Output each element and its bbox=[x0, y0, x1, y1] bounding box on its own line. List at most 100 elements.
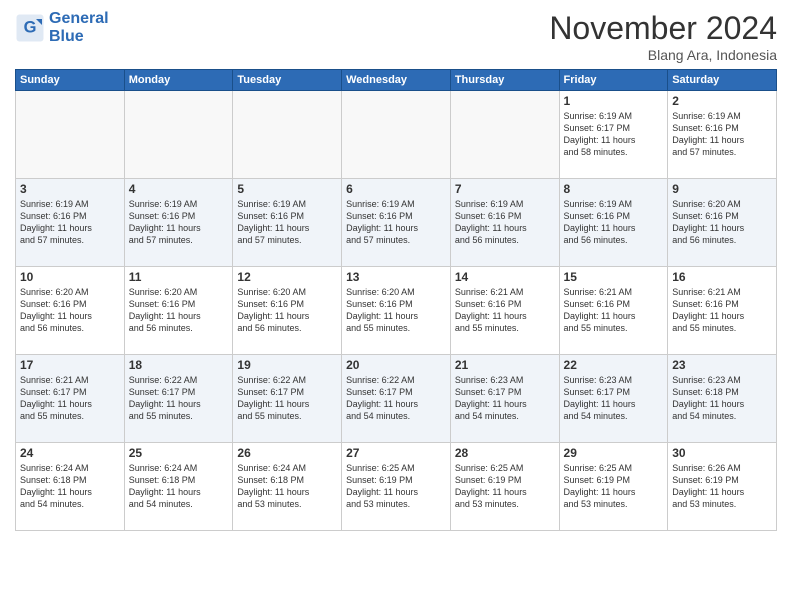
day-number: 11 bbox=[129, 270, 229, 284]
day-number: 18 bbox=[129, 358, 229, 372]
day-number: 10 bbox=[20, 270, 120, 284]
day-info: Sunrise: 6:25 AM Sunset: 6:19 PM Dayligh… bbox=[564, 462, 664, 511]
day-info: Sunrise: 6:19 AM Sunset: 6:16 PM Dayligh… bbox=[672, 110, 772, 159]
header-sunday: Sunday bbox=[16, 70, 125, 91]
header: G General Blue November 2024 Blang Ara, … bbox=[15, 10, 777, 63]
calendar-cell: 5 Sunrise: 6:19 AM Sunset: 6:16 PM Daylig… bbox=[233, 179, 342, 267]
calendar-cell: 3Sunrise: 6:19 AM Sunset: 6:16 PM Daylig… bbox=[16, 179, 125, 267]
day-number: 24 bbox=[20, 446, 120, 460]
day-number: 19 bbox=[237, 358, 337, 372]
day-info: Sunrise: 6:19 AM Sunset: 6:16 PM Dayligh… bbox=[564, 198, 664, 247]
week-row-0: 1Sunrise: 6:19 AM Sunset: 6:17 PM Daylig… bbox=[16, 91, 777, 179]
day-info: Sunrise: 6:19 AM Sunset: 6:16 PM Dayligh… bbox=[237, 198, 337, 247]
calendar-cell: 14 Sunrise: 6:21 AM Sunset: 6:16 PM Dayli… bbox=[450, 267, 559, 355]
calendar-cell: 1Sunrise: 6:19 AM Sunset: 6:17 PM Daylig… bbox=[559, 91, 668, 179]
header-saturday: Saturday bbox=[668, 70, 777, 91]
day-info: Sunrise: 6:24 AM Sunset: 6:18 PM Dayligh… bbox=[129, 462, 229, 511]
day-info: Sunrise: 6:26 AM Sunset: 6:19 PM Dayligh… bbox=[672, 462, 772, 511]
day-number: 2 bbox=[672, 94, 772, 108]
day-number: 16 bbox=[672, 270, 772, 284]
calendar-cell: 27 Sunrise: 6:25 AM Sunset: 6:19 PM Dayli… bbox=[342, 443, 451, 531]
calendar: Sunday Monday Tuesday Wednesday Thursday… bbox=[15, 69, 777, 531]
calendar-cell bbox=[233, 91, 342, 179]
calendar-cell: 16 Sunrise: 6:21 AM Sunset: 6:16 PM Dayli… bbox=[668, 267, 777, 355]
calendar-cell: 21 Sunrise: 6:23 AM Sunset: 6:17 PM Dayli… bbox=[450, 355, 559, 443]
day-info: Sunrise: 6:24 AM Sunset: 6:18 PM Dayligh… bbox=[237, 462, 337, 511]
week-row-4: 24 Sunrise: 6:24 AM Sunset: 6:18 PM Dayli… bbox=[16, 443, 777, 531]
calendar-cell: 2 Sunrise: 6:19 AM Sunset: 6:16 PM Daylig… bbox=[668, 91, 777, 179]
calendar-cell: 24 Sunrise: 6:24 AM Sunset: 6:18 PM Dayli… bbox=[16, 443, 125, 531]
logo-text: General Blue bbox=[49, 10, 109, 45]
day-number: 25 bbox=[129, 446, 229, 460]
day-number: 12 bbox=[237, 270, 337, 284]
calendar-cell bbox=[450, 91, 559, 179]
day-number: 14 bbox=[455, 270, 555, 284]
day-number: 22 bbox=[564, 358, 664, 372]
logo: G General Blue bbox=[15, 10, 109, 45]
day-info: Sunrise: 6:25 AM Sunset: 6:19 PM Dayligh… bbox=[455, 462, 555, 511]
header-monday: Monday bbox=[124, 70, 233, 91]
calendar-cell: 10Sunrise: 6:20 AM Sunset: 6:16 PM Dayli… bbox=[16, 267, 125, 355]
page: G General Blue November 2024 Blang Ara, … bbox=[0, 0, 792, 612]
day-info: Sunrise: 6:21 AM Sunset: 6:17 PM Dayligh… bbox=[20, 374, 120, 423]
calendar-cell: 15 Sunrise: 6:21 AM Sunset: 6:16 PM Dayli… bbox=[559, 267, 668, 355]
calendar-cell: 7 Sunrise: 6:19 AM Sunset: 6:16 PM Daylig… bbox=[450, 179, 559, 267]
month-title: November 2024 bbox=[549, 10, 777, 47]
calendar-cell bbox=[124, 91, 233, 179]
day-info: Sunrise: 6:22 AM Sunset: 6:17 PM Dayligh… bbox=[237, 374, 337, 423]
day-number: 13 bbox=[346, 270, 446, 284]
week-row-2: 10 Sunrise: 6:20 AM Sunset: 6:16 PM Dayli… bbox=[16, 267, 777, 355]
day-number: 28 bbox=[455, 446, 555, 460]
day-info: Sunrise: 6:20 AM Sunset: 6:16 PM Dayligh… bbox=[672, 198, 772, 247]
week-row-3: 17 Sunrise: 6:21 AM Sunset: 6:17 PM Dayli… bbox=[16, 355, 777, 443]
day-info: Sunrise: 6:19 AM Sunset: 6:17 PM Dayligh… bbox=[564, 110, 664, 159]
day-number: 7 bbox=[455, 182, 555, 196]
day-info: Sunrise: 6:23 AM Sunset: 6:18 PM Dayligh… bbox=[672, 374, 772, 423]
day-number: 23 bbox=[672, 358, 772, 372]
day-info: Sunrise: 6:19 AM Sunset: 6:16 PM Dayligh… bbox=[455, 198, 555, 247]
location: Blang Ara, Indonesia bbox=[549, 47, 777, 63]
day-number: 27 bbox=[346, 446, 446, 460]
day-number: 21 bbox=[455, 358, 555, 372]
header-thursday: Thursday bbox=[450, 70, 559, 91]
header-tuesday: Tuesday bbox=[233, 70, 342, 91]
day-number: 20 bbox=[346, 358, 446, 372]
day-info: Sunrise: 6:22 AM Sunset: 6:17 PM Dayligh… bbox=[346, 374, 446, 423]
calendar-cell: 18Sunrise: 6:22 AM Sunset: 6:17 PM Dayli… bbox=[124, 355, 233, 443]
calendar-cell: 6Sunrise: 6:19 AM Sunset: 6:16 PM Daylig… bbox=[342, 179, 451, 267]
day-info: Sunrise: 6:21 AM Sunset: 6:16 PM Dayligh… bbox=[564, 286, 664, 335]
calendar-cell: 26 Sunrise: 6:24 AM Sunset: 6:18 PM Dayli… bbox=[233, 443, 342, 531]
day-info: Sunrise: 6:20 AM Sunset: 6:16 PM Dayligh… bbox=[129, 286, 229, 335]
day-number: 5 bbox=[237, 182, 337, 196]
day-info: Sunrise: 6:21 AM Sunset: 6:16 PM Dayligh… bbox=[672, 286, 772, 335]
calendar-cell: 20 Sunrise: 6:22 AM Sunset: 6:17 PM Dayli… bbox=[342, 355, 451, 443]
calendar-cell: 30Sunrise: 6:26 AM Sunset: 6:19 PM Dayli… bbox=[668, 443, 777, 531]
week-row-1: 3Sunrise: 6:19 AM Sunset: 6:16 PM Daylig… bbox=[16, 179, 777, 267]
header-wednesday: Wednesday bbox=[342, 70, 451, 91]
day-info: Sunrise: 6:19 AM Sunset: 6:16 PM Dayligh… bbox=[20, 198, 120, 247]
day-number: 8 bbox=[564, 182, 664, 196]
calendar-cell bbox=[342, 91, 451, 179]
calendar-cell: 28 Sunrise: 6:25 AM Sunset: 6:19 PM Dayli… bbox=[450, 443, 559, 531]
day-number: 29 bbox=[564, 446, 664, 460]
calendar-cell: 29 Sunrise: 6:25 AM Sunset: 6:19 PM Dayli… bbox=[559, 443, 668, 531]
calendar-cell: 12Sunrise: 6:20 AM Sunset: 6:16 PM Dayli… bbox=[233, 267, 342, 355]
day-number: 26 bbox=[237, 446, 337, 460]
day-info: Sunrise: 6:24 AM Sunset: 6:18 PM Dayligh… bbox=[20, 462, 120, 511]
title-area: November 2024 Blang Ara, Indonesia bbox=[549, 10, 777, 63]
header-friday: Friday bbox=[559, 70, 668, 91]
calendar-cell: 13Sunrise: 6:20 AM Sunset: 6:16 PM Dayli… bbox=[342, 267, 451, 355]
weekday-header-row: Sunday Monday Tuesday Wednesday Thursday… bbox=[16, 70, 777, 91]
day-number: 17 bbox=[20, 358, 120, 372]
day-info: Sunrise: 6:21 AM Sunset: 6:16 PM Dayligh… bbox=[455, 286, 555, 335]
calendar-cell: 8 Sunrise: 6:19 AM Sunset: 6:16 PM Daylig… bbox=[559, 179, 668, 267]
calendar-cell: 25 Sunrise: 6:24 AM Sunset: 6:18 PM Dayli… bbox=[124, 443, 233, 531]
calendar-cell: 9 Sunrise: 6:20 AM Sunset: 6:16 PM Daylig… bbox=[668, 179, 777, 267]
calendar-cell: 23 Sunrise: 6:23 AM Sunset: 6:18 PM Dayli… bbox=[668, 355, 777, 443]
calendar-cell: 4Sunrise: 6:19 AM Sunset: 6:16 PM Daylig… bbox=[124, 179, 233, 267]
day-number: 9 bbox=[672, 182, 772, 196]
day-info: Sunrise: 6:25 AM Sunset: 6:19 PM Dayligh… bbox=[346, 462, 446, 511]
day-number: 4 bbox=[129, 182, 229, 196]
day-info: Sunrise: 6:23 AM Sunset: 6:17 PM Dayligh… bbox=[455, 374, 555, 423]
day-number: 15 bbox=[564, 270, 664, 284]
